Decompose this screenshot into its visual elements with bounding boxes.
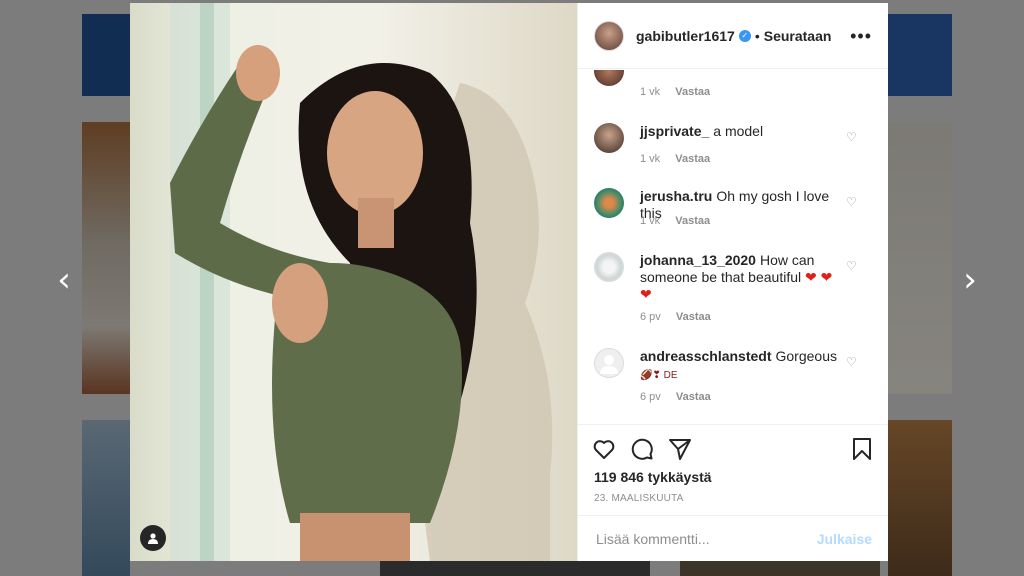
- background-tile[interactable]: [82, 122, 130, 394]
- more-options-icon[interactable]: •••: [850, 27, 872, 45]
- verified-badge-icon: ✓: [738, 29, 751, 42]
- comment-time: 6 pv: [640, 311, 661, 323]
- comment-meta: 6 pv Vastaa: [640, 311, 723, 323]
- comment-meta: 1 vk Vastaa: [640, 215, 722, 227]
- comment-time: 1 vk: [640, 153, 661, 165]
- comment-username[interactable]: johanna_13_2020: [640, 252, 756, 268]
- background-tile[interactable]: [380, 561, 650, 576]
- comment-icon[interactable]: [630, 437, 654, 461]
- avatar[interactable]: [594, 123, 624, 153]
- post-image[interactable]: [130, 3, 577, 561]
- follow-status-button[interactable]: Seurataan: [764, 28, 832, 44]
- comment-meta: 6 pv Vastaa: [640, 391, 723, 403]
- previous-post-button[interactable]: ‹: [50, 263, 78, 297]
- share-icon[interactable]: [668, 437, 692, 461]
- comment-text: jjsprivate_ a model: [640, 123, 844, 140]
- background-tile[interactable]: [888, 122, 952, 394]
- post-side-panel: gabibutler1617 ✓ • Seurataan ••• 1 vk Va…: [577, 3, 888, 561]
- post-date[interactable]: 23. MAALISKUUTA: [594, 493, 684, 504]
- post-header: gabibutler1617 ✓ • Seurataan •••: [578, 3, 888, 69]
- next-post-button[interactable]: ›: [956, 263, 984, 297]
- comment-text: johanna_13_2020 How can someone be that b…: [640, 252, 844, 303]
- comment-time: 1 vk: [640, 215, 661, 227]
- comment-username[interactable]: andreasschlanstedt: [640, 348, 772, 364]
- avatar[interactable]: [594, 20, 624, 51]
- reply-button[interactable]: Vastaa: [676, 311, 711, 323]
- avatar[interactable]: [594, 70, 624, 86]
- comment-input[interactable]: [594, 529, 817, 548]
- background-tile[interactable]: [888, 14, 952, 96]
- background-tile[interactable]: [82, 14, 130, 96]
- list-item: andreasschlanstedt Gorgeous 🏈❣ DE 6 pv Va…: [594, 348, 872, 414]
- reply-button[interactable]: Vastaa: [676, 391, 711, 403]
- comment-content: Gorgeous: [775, 348, 837, 364]
- add-comment-bar: Julkaise: [578, 515, 888, 561]
- background-tile[interactable]: [82, 420, 130, 576]
- author-username[interactable]: gabibutler1617: [636, 28, 735, 44]
- default-avatar-icon: [600, 355, 618, 374]
- list-item: jerusha.tru Oh my gosh I love this 1 vk V…: [594, 188, 872, 238]
- list-item: johanna_13_2020 How can someone be that b…: [594, 252, 872, 332]
- separator: •: [754, 27, 760, 44]
- comment-username[interactable]: jjsprivate_: [640, 123, 709, 139]
- comment-meta: 1 vk Vastaa: [640, 153, 722, 165]
- background-tile[interactable]: [888, 420, 952, 576]
- reply-button[interactable]: Vastaa: [675, 153, 710, 165]
- comment-time: 1 vk: [640, 86, 661, 98]
- comment-time: 6 pv: [640, 391, 661, 403]
- like-comment-icon[interactable]: ♡: [846, 356, 858, 368]
- avatar[interactable]: [594, 188, 624, 218]
- reply-button[interactable]: Vastaa: [675, 86, 710, 98]
- list-item: 1 vk Vastaa ♡: [594, 70, 872, 106]
- chevron-right-icon: ›: [963, 260, 977, 300]
- comment-list[interactable]: 1 vk Vastaa ♡ jjsprivate_a model 1 vk Va…: [578, 70, 888, 424]
- tagged-user-icon[interactable]: [140, 525, 166, 551]
- reply-button[interactable]: Vastaa: [675, 215, 710, 227]
- like-count[interactable]: 119 846 tykkäystä: [594, 469, 712, 485]
- post-actions: 119 846 tykkäystä 23. MAALISKUUTA: [578, 424, 888, 521]
- avatar[interactable]: [594, 348, 624, 378]
- bookmark-icon[interactable]: [850, 437, 874, 461]
- comment-meta: 1 vk Vastaa: [640, 86, 722, 98]
- chevron-left-icon: ‹: [57, 260, 71, 300]
- comment-content: a model: [713, 123, 764, 139]
- comment-username[interactable]: jerusha.tru: [640, 188, 712, 204]
- like-comment-icon[interactable]: ♡: [846, 196, 858, 208]
- heart-icon[interactable]: [592, 437, 616, 461]
- action-icons: [592, 437, 874, 463]
- list-item: jjsprivate_ a model 1 vk Vastaa ♡: [594, 123, 872, 173]
- comment-emoji: 🏈❣ DE: [640, 370, 678, 381]
- publish-button[interactable]: Julkaise: [817, 531, 872, 547]
- post-modal: gabibutler1617 ✓ • Seurataan ••• 1 vk Va…: [130, 3, 888, 561]
- background-tile[interactable]: [680, 561, 880, 576]
- photo-illustration: [170, 3, 553, 561]
- avatar[interactable]: [594, 252, 624, 282]
- like-comment-icon[interactable]: ♡: [846, 131, 858, 143]
- comment-text: andreasschlanstedt Gorgeous 🏈❣ DE: [640, 348, 844, 384]
- like-comment-icon[interactable]: ♡: [846, 260, 858, 272]
